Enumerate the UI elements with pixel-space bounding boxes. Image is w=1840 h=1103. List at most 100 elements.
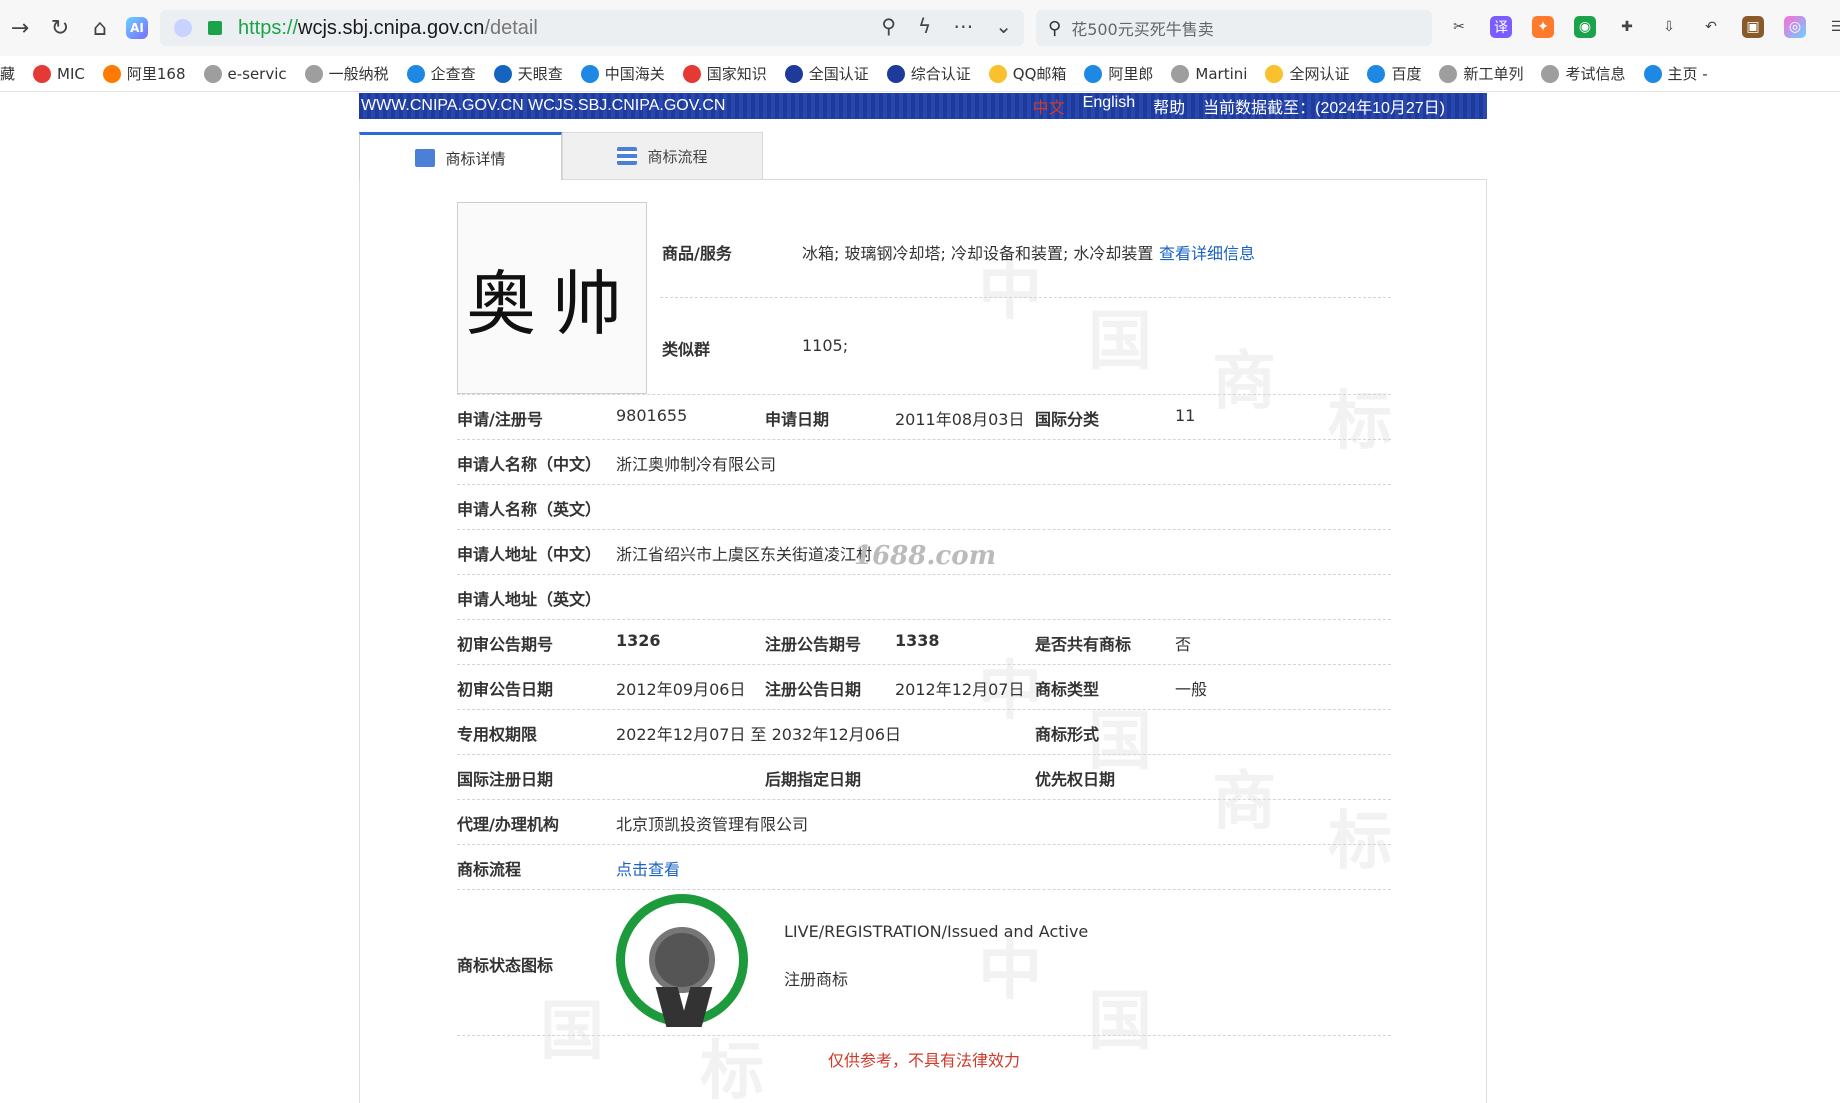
image-watermark: 1688.com [854, 541, 997, 571]
game-icon[interactable]: ✦ [1532, 16, 1554, 38]
lang-en-link[interactable]: English [1083, 94, 1135, 118]
tab-trademark-flow[interactable]: 商标流程 [562, 132, 763, 180]
bookmark-icon [203, 64, 222, 83]
bookmark-item[interactable]: 综合认证 [886, 63, 971, 84]
flow-label: 商标流程 [457, 860, 522, 879]
applicant-cn-value: 浙江奥帅制冷有限公司 [616, 455, 777, 474]
bookmark-item[interactable]: 考试信息 [1541, 63, 1626, 84]
bookmark-item[interactable]: 百度 [1367, 63, 1421, 84]
home-icon[interactable]: ⌂ [80, 8, 120, 48]
tab-label: 商标流程 [647, 147, 708, 166]
prelim-no-label: 初审公告期号 [457, 635, 554, 654]
ai-icon[interactable]: AI [126, 17, 148, 39]
bookmark-item[interactable]: Martini [1171, 64, 1248, 83]
help-link[interactable]: 帮助 [1153, 94, 1185, 118]
address-bar[interactable]: https://wcjs.sbj.cnipa.gov.cn/detail ⚲ ϟ… [160, 10, 1024, 46]
bookmark-item[interactable]: e-servic [203, 64, 287, 83]
bookmark-item[interactable]: 全网认证 [1265, 63, 1349, 84]
bookmark-item[interactable]: 阿里168 [102, 63, 186, 84]
bookmark-label: 藏 [0, 65, 16, 83]
bookmark-item[interactable]: 阿里郎 [1084, 63, 1153, 84]
status-icon-label: 商标状态图标 [457, 956, 554, 975]
site-info-icon[interactable] [174, 19, 192, 37]
lang-zh-link[interactable]: 中文 [1033, 94, 1065, 118]
reg-pub-no-label: 注册公告期号 [765, 635, 862, 654]
goods-value: 冰箱; 玻璃钢冷却塔; 冷却设备和装置; 水冷却装置 [802, 244, 1154, 263]
bookmark-icon [33, 64, 52, 83]
trademark-image: 奥帅 [457, 202, 647, 394]
prelim-date-value: 2012年09月06日 [616, 680, 746, 699]
view-details-link[interactable]: 查看详细信息 [1159, 240, 1255, 264]
url-text[interactable]: https://wcjs.sbj.cnipa.gov.cn/detail [238, 17, 538, 40]
applicant-en-label: 申请人名称（英文） [457, 500, 602, 519]
bookmark-label: Martini [1195, 64, 1248, 83]
bookmark-item[interactable]: 全国认证 [784, 63, 869, 84]
ai-assistant-icon[interactable]: ◎ [1784, 16, 1806, 38]
bookmark-icon [102, 64, 121, 83]
bookmark-icon [1084, 64, 1103, 83]
bookmark-item[interactable]: 国家知识 [682, 63, 767, 84]
bookmark-label: 国家知识 [706, 65, 767, 83]
reload-icon[interactable]: ↻ [40, 8, 80, 48]
zoom-icon[interactable]: ⚲ [881, 14, 896, 38]
search-input[interactable]: ⚲ 花500元买死牛售卖 [1036, 10, 1432, 46]
wechat-icon[interactable]: ◉ [1574, 16, 1596, 38]
bookmark-label: 新工单列 [1463, 65, 1524, 83]
chevron-down-icon[interactable]: ⌄ [995, 14, 1012, 38]
reg-no-value: 9801655 [616, 406, 688, 425]
bookmark-item[interactable]: 藏 [0, 63, 15, 84]
bookmark-item[interactable]: 中国海关 [580, 63, 665, 84]
watermark-glyph: 商 [1212, 344, 1276, 419]
site-banner: WWW.CNIPA.GOV.CN WCJS.SBJ.CNIPA.GOV.CN 中… [359, 93, 1487, 119]
bookmarks-bar: 藏 MIC 阿里168 e-servic 一般纳税 企查查 天眼查 中国海关 国家知识 全国认证 综… [0, 56, 1840, 92]
bookmark-item[interactable]: 主页 - [1643, 63, 1708, 84]
more-icon[interactable]: ⋯ [953, 14, 973, 38]
scissors-icon[interactable]: ✂ [1448, 16, 1470, 38]
forward-icon[interactable]: → [0, 8, 40, 48]
extensions-icon[interactable]: ✚ [1616, 16, 1638, 38]
bookmark-label: 阿里郎 [1108, 65, 1154, 83]
divider [660, 297, 1391, 298]
bookmark-label: 全国认证 [808, 65, 869, 83]
agent-label: 代理/办理机构 [457, 815, 559, 834]
bookmark-item[interactable]: MIC [33, 64, 85, 83]
bookmark-label: 综合认证 [910, 65, 971, 83]
bookmark-label: 主页 - [1667, 65, 1708, 83]
watermark-glyph: 国 [1088, 304, 1152, 379]
intl-class-label: 国际分类 [1035, 410, 1100, 429]
flow-view-link[interactable]: 点击查看 [616, 856, 680, 880]
wallet-icon[interactable]: ▣ [1742, 16, 1764, 38]
bookmark-label: 一般纳税 [328, 65, 389, 83]
bookmark-item[interactable]: QQ邮箱 [988, 63, 1067, 84]
bookmark-label: 企查查 [430, 65, 476, 83]
translate-icon[interactable]: 译 [1490, 16, 1512, 38]
disclaimer: 仅供参考，不具有法律效力 [827, 1051, 1020, 1070]
bookmark-icon [1265, 64, 1284, 83]
bookmark-item[interactable]: 天眼查 [493, 63, 563, 84]
lightning-icon[interactable]: ϟ [918, 14, 931, 38]
lock-icon [208, 21, 222, 35]
bookmark-item[interactable]: 新工单列 [1439, 63, 1523, 84]
bookmark-icon [1439, 64, 1458, 83]
bookmark-label: QQ邮箱 [1012, 65, 1067, 83]
divider [457, 484, 1391, 485]
tab-trademark-detail[interactable]: 商标详情 [359, 132, 562, 181]
reg-pub-date-label: 注册公告日期 [765, 680, 862, 699]
status-en: LIVE/REGISTRATION/Issued and Active [784, 922, 1089, 941]
bookmark-item[interactable]: 一般纳税 [304, 63, 389, 84]
goods-label: 商品/服务 [662, 244, 732, 263]
prelim-no-value: 1326 [616, 631, 661, 650]
bookmark-icon [988, 64, 1007, 83]
divider [457, 844, 1391, 845]
bookmark-icon [886, 64, 905, 83]
divider [457, 799, 1391, 800]
status-cn: 注册商标 [784, 970, 849, 989]
menu-icon[interactable]: ☰ [1826, 16, 1840, 38]
address-cn-value: 浙江省绍兴市上虞区东关街道凌江村 [616, 545, 873, 564]
undo-icon[interactable]: ↶ [1700, 16, 1722, 38]
watermark-glyph: 商 [1212, 764, 1276, 839]
list-icon [617, 147, 638, 165]
bookmark-item[interactable]: 企查查 [406, 63, 476, 84]
bookmark-label: 百度 [1391, 65, 1422, 83]
download-icon[interactable]: ⇩ [1658, 16, 1680, 38]
